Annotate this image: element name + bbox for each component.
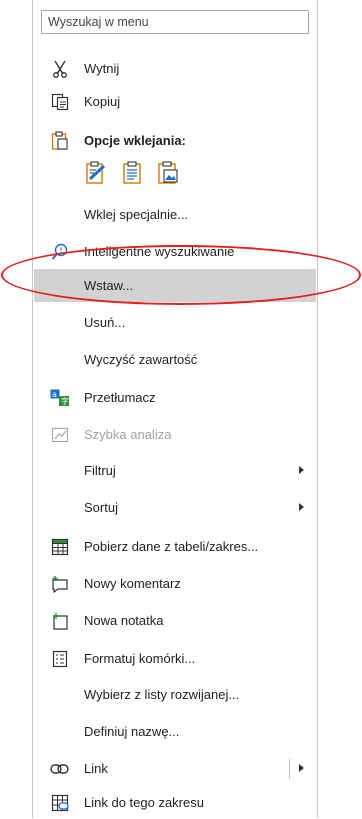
submenu-arrow-icon[interactable] [299,764,304,772]
menu-item-label: Link [84,761,108,776]
menu-item-copy[interactable]: Kopiuj [34,85,316,118]
menu-item-label: Sortuj [84,500,118,515]
menu-item-quick-analysis[interactable]: Szybka analiza [34,418,316,451]
menu-item-label: Szybka analiza [84,427,172,442]
paste-keep-formatting-icon[interactable] [83,160,109,186]
menu-item-paste-special[interactable]: Wklej specjalnie... [34,198,316,231]
menu-item-label: Formatuj komórki... [84,651,196,666]
menu-item-label: Filtruj [84,463,116,478]
submenu-arrow-icon [299,466,304,474]
menu-item-label: Nowy komentarz [84,576,181,591]
menu-item-label: Kopiuj [84,94,121,109]
menu-item-clear-contents[interactable]: Wyczyść zawartość [34,343,316,376]
menu-item-label: Wyczyść zawartość [84,352,198,367]
menu-item-label: Definiuj nazwę... [84,724,180,739]
menu-item-label: Przetłumacz [84,390,156,405]
submenu-arrow-icon [299,503,304,511]
smart-lookup-icon [50,242,70,262]
menu-item-link[interactable]: Link [34,752,316,785]
link-to-range-icon [50,793,70,813]
menu-item-label: Nowa notatka [84,613,164,628]
menu-item-link-to-range[interactable]: Link do tego zakresu [34,786,316,819]
menu-item-new-comment[interactable]: Nowy komentarz [34,567,316,600]
menu-item-label: Usuń... [84,315,126,330]
split-divider [289,759,290,779]
new-comment-icon [50,574,70,594]
link-icon [50,759,70,779]
new-note-icon [50,611,70,631]
scissors-icon [50,59,70,79]
svg-text:字: 字 [61,396,69,406]
menu-item-label: Link do tego zakresu [84,795,204,810]
menu-item-define-name[interactable]: Definiuj nazwę... [34,715,316,748]
menu-item-label: Wklej specjalnie... [84,207,189,222]
menu-item-delete[interactable]: Usuń... [34,306,316,339]
menu-item-label: Wstaw... [84,278,134,293]
menu-item-sort[interactable]: Sortuj [34,491,316,524]
menu-item-label: Pobierz dane z tabeli/zakres... [84,539,259,554]
menu-item-cut[interactable]: Wytnij [34,52,316,85]
menu-item-get-data[interactable]: Pobierz dane z tabeli/zakres... [34,530,316,563]
menu-item-label: Inteligentne wyszukiwanie [84,244,235,259]
clipboard-icon [50,131,70,151]
table-icon [50,537,70,557]
menu-item-new-note[interactable]: Nowa notatka [34,604,316,637]
menu-item-paste-options: Opcje wklejania: [34,124,316,157]
menu-item-smart-lookup[interactable]: Inteligentne wyszukiwanie [34,235,316,268]
translate-icon: a字 [50,388,70,408]
context-menu: Wyszukaj w menu Wytnij Kopiuj Opcje wkle… [32,0,318,818]
format-cells-icon [50,649,70,669]
paste-buttons-row [83,160,181,192]
paste-values-icon[interactable] [119,160,145,186]
svg-text:a: a [52,390,57,399]
menu-item-label: Wybierz z listy rozwijanej... [84,687,240,702]
menu-item-insert[interactable]: Wstaw... [34,269,316,302]
search-input[interactable]: Wyszukaj w menu [41,10,309,34]
menu-item-format-cells[interactable]: Formatuj komórki... [34,642,316,675]
menu-item-label: Opcje wklejania: [84,133,186,148]
copy-icon [50,92,70,112]
quick-analysis-icon [50,425,70,445]
menu-item-translate[interactable]: a字 Przetłumacz [34,381,316,414]
menu-item-label: Wytnij [84,61,120,76]
menu-item-pick-from-list[interactable]: Wybierz z listy rozwijanej... [34,678,316,711]
paste-picture-icon[interactable] [155,160,181,186]
menu-item-filter[interactable]: Filtruj [34,454,316,487]
